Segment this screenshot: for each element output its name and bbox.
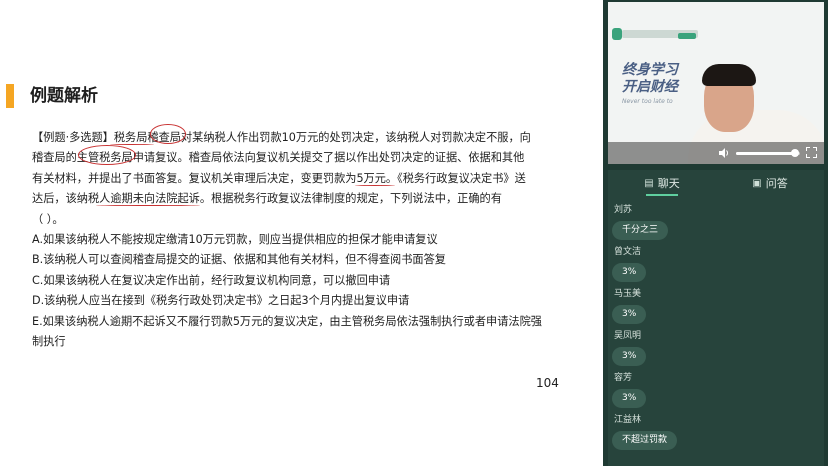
- chat-message: 江益林 不超过罚款: [608, 414, 824, 456]
- teacher-video[interactable]: 终身学习 开启财经 Never too late to: [608, 2, 824, 164]
- option-e: E.如果该纳税人逾期不起诉又不履行罚款5万元的复议决定，由主管税务局依法强制执行…: [32, 314, 542, 348]
- tab-label: 聊天: [657, 177, 680, 190]
- question-line: 达后，该纳税人逾期未向法院起诉。根据税务行政复议法律制度的规定，下列说法中，正确…: [32, 192, 502, 206]
- message-bubble: 3%: [612, 389, 647, 408]
- backdrop-slogan: 终身学习 开启财经: [622, 62, 678, 96]
- sender-name: 容芳: [614, 373, 633, 383]
- chat-tabs: ▤ 聊天 ▣ 问答: [608, 170, 824, 196]
- chat-icon: ▤: [644, 177, 654, 189]
- sender-name: 江益林: [614, 415, 642, 425]
- fullscreen-icon[interactable]: [806, 147, 817, 158]
- annotation-circle: [150, 124, 186, 144]
- annotation-underline: [96, 204, 200, 206]
- option-b: B.该纳税人可以查阅稽查局提交的证据、依据和其他有关材料，但不得查阅书面答复: [32, 253, 446, 267]
- chat-message: 刘苏 千分之三: [608, 204, 824, 246]
- annotation-underline: [110, 143, 154, 145]
- speaker-icon[interactable]: [718, 147, 730, 159]
- option-a: A.如果该纳税人不能按规定缴清10万元罚款，则应当提供相应的担保才能申请复议: [32, 232, 438, 246]
- video-controls: [608, 142, 824, 164]
- volume-fill: [736, 152, 795, 155]
- slide-canvas: 例题解析 【例题·多选题】税务局稽查局对某纳税人作出罚款10万元的处罚决定，该纳…: [0, 0, 603, 466]
- option-d: D.该纳税人应当在接到《税务行政处罚决定书》之日起3个月内提出复议申请: [32, 294, 410, 308]
- page-number: 104: [536, 376, 559, 390]
- sender-name: 刘苏: [614, 205, 633, 215]
- option-c: C.如果该纳税人在复议决定作出前，经行政复议机构同意，可以撤回申请: [32, 273, 391, 287]
- slogan-line: 终身学习: [622, 62, 678, 78]
- chat-messages[interactable]: 刘苏 千分之三 曾文洁 3% 马玉美 3% 吴凤明 3% 容芳 3% 江益林 不…: [608, 204, 824, 456]
- title-accent-bar: [6, 84, 14, 108]
- slogan-line: 开启财经: [622, 79, 678, 95]
- volume-knob[interactable]: [790, 149, 799, 157]
- chat-message: 吴凤明 3%: [608, 330, 824, 372]
- tab-chat[interactable]: ▤ 聊天: [608, 170, 716, 196]
- teacher-hair: [702, 64, 756, 86]
- annotation-underline: [355, 184, 395, 186]
- chat-panel: ▤ 聊天 ▣ 问答 刘苏 千分之三 曾文洁 3% 马玉美 3% 吴凤明 3% 容…: [608, 170, 824, 466]
- answer-options: A.如果该纳税人不能按规定缴清10万元罚款，则应当提供相应的担保才能申请复议 B…: [32, 230, 552, 352]
- slide-title: 例题解析: [30, 86, 98, 106]
- message-bubble: 千分之三: [612, 221, 669, 240]
- brand-logo-icon: [612, 28, 622, 40]
- qa-icon: ▣: [752, 177, 762, 189]
- side-panel: 终身学习 开启财经 Never too late to ▤ 聊天 ▣ 问答 刘苏…: [603, 0, 828, 466]
- sender-name: 曾文洁: [614, 247, 642, 257]
- sender-name: 马玉美: [614, 289, 642, 299]
- chat-message: 容芳 3%: [608, 372, 824, 414]
- sender-name: 吴凤明: [614, 331, 642, 341]
- tab-qa[interactable]: ▣ 问答: [716, 170, 824, 196]
- question-line: （ ）。: [32, 212, 64, 226]
- message-bubble: 3%: [612, 263, 647, 282]
- message-bubble: 不超过罚款: [612, 431, 678, 450]
- question-line: 有关材料，并提出了书面答复。复议机关审理后决定，变更罚款为5万元。《税务行政复议…: [32, 171, 526, 185]
- annotation-circle: [78, 145, 136, 165]
- tab-label: 问答: [765, 177, 788, 190]
- message-bubble: 3%: [612, 347, 647, 366]
- message-bubble: 3%: [612, 305, 647, 324]
- chat-message: 马玉美 3%: [608, 288, 824, 330]
- chat-message: 曾文洁 3%: [608, 246, 824, 288]
- volume-slider[interactable]: [736, 149, 800, 157]
- brand-badge: [678, 33, 696, 39]
- backdrop-slogan-en: Never too late to: [622, 98, 673, 105]
